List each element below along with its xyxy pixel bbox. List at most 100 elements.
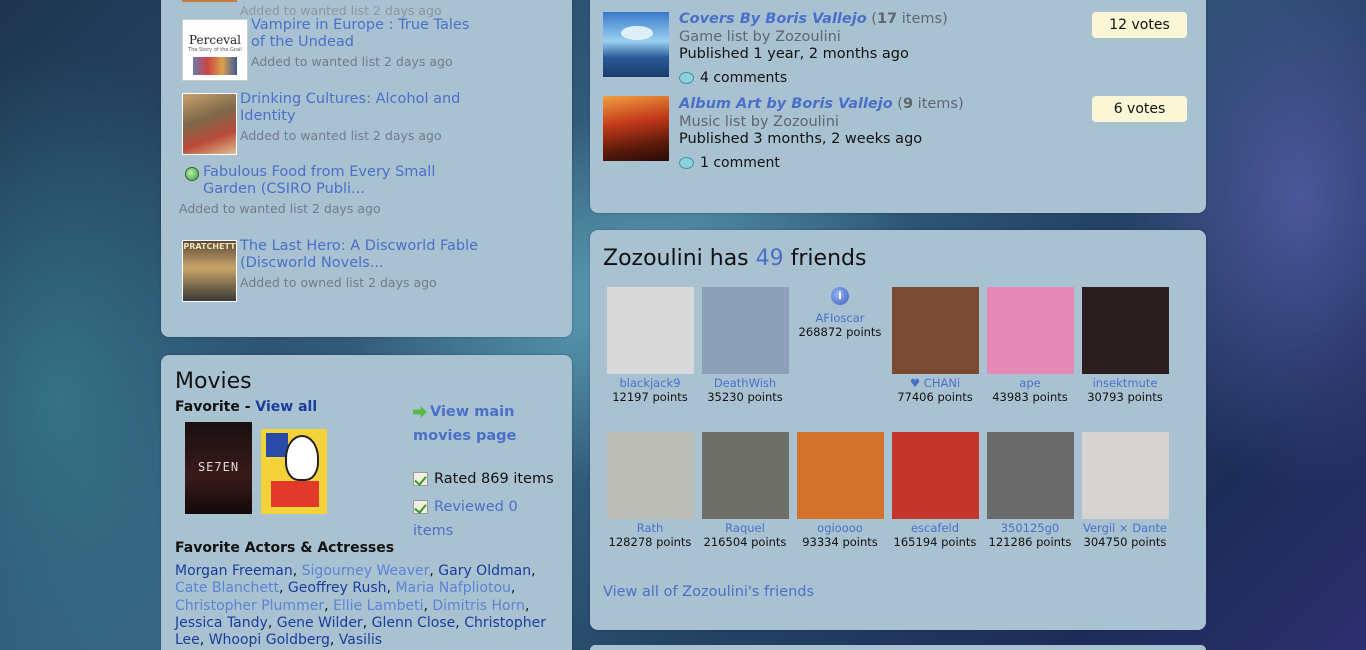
friend-name[interactable]: 350125g0 — [980, 521, 1080, 535]
actor-link[interactable]: Dimitris Horn — [432, 598, 525, 614]
info-icon: i — [831, 287, 849, 305]
friend-points: 43983 points — [992, 390, 1068, 404]
friend-card[interactable]: Raquel 216504 points — [695, 432, 795, 549]
friend-card[interactable]: blackjack9 12197 points — [600, 287, 700, 404]
cover-title-text: Perceval — [189, 33, 241, 47]
movies-heading: Movies — [175, 369, 252, 394]
view-all-favorites-link[interactable]: View all — [255, 399, 317, 415]
friend-card[interactable]: ♥ CHANi 77406 points — [885, 287, 985, 404]
friend-card[interactable]: escafeld 165194 points — [885, 432, 985, 549]
rated-count[interactable]: Rated 869 items — [413, 471, 554, 487]
actor-link[interactable]: Vasilis — [339, 632, 382, 648]
actor-separator: , — [267, 614, 277, 631]
friend-avatar[interactable] — [606, 287, 694, 374]
actors-list: Morgan Freeman, Sigourney Weaver, Gary O… — [175, 563, 555, 649]
list-title-row-album-art: Album Art by Boris Vallejo (9 items) — [679, 96, 964, 112]
friend-name[interactable]: Rath — [600, 521, 700, 535]
view-all-friends-link[interactable]: View all of Zozoulini's friends — [603, 584, 814, 600]
friend-card[interactable]: Rath 128278 points — [600, 432, 700, 549]
friend-avatar[interactable] — [891, 432, 979, 519]
list-title-covers[interactable]: Covers By Boris Vallejo — [679, 11, 867, 27]
actor-separator: , — [524, 597, 530, 614]
friend-avatar[interactable] — [1081, 287, 1169, 374]
actor-link[interactable]: Gary Oldman — [438, 563, 531, 579]
cover-subtitle-text: The Story of the Grail — [188, 47, 242, 53]
movies-panel: Movies Favorite - View all SE7EN View ma… — [161, 355, 572, 650]
friend-card[interactable]: ape 43983 points — [980, 287, 1080, 404]
friend-avatar[interactable]: i — [790, 287, 890, 305]
friend-avatar[interactable] — [701, 432, 789, 519]
friend-points: 35230 points — [707, 390, 783, 404]
list-title-album-art[interactable]: Album Art by Boris Vallejo — [679, 96, 893, 112]
friend-card[interactable]: 350125g0 121286 points — [980, 432, 1080, 549]
check-icon — [413, 472, 428, 486]
friend-avatar[interactable] — [986, 287, 1074, 374]
list-comments-covers[interactable]: 4 comments — [679, 70, 787, 86]
friend-name[interactable]: Vergil × Dante — [1075, 521, 1175, 535]
friend-points: 128278 points — [608, 535, 692, 549]
actors-heading: Favorite Actors & Actresses — [175, 540, 395, 556]
friend-name[interactable]: escafeld — [885, 521, 985, 535]
list-title-row-covers: Covers By Boris Vallejo (17 items) — [679, 11, 948, 27]
poster-se7en-title: SE7EN — [197, 460, 240, 474]
votes-badge-covers[interactable]: 12 votes — [1092, 12, 1187, 38]
actor-link[interactable]: Maria Nafpliotou — [395, 580, 510, 596]
item-meta-last-hero: Added to owned list 2 days ago — [240, 275, 437, 290]
reviewed-count[interactable]: Reviewed 0 items — [413, 495, 553, 543]
poster-se7en[interactable]: SE7EN — [185, 422, 252, 514]
friend-points: 77406 points — [897, 390, 973, 404]
actor-link[interactable]: Cate Blanchett — [175, 580, 279, 596]
friend-avatar[interactable] — [1081, 432, 1169, 519]
friend-card[interactable]: i AFIoscar 268872 points — [790, 287, 890, 339]
item-title-vampire[interactable]: Vampire in Europe : True Tales of the Un… — [251, 17, 471, 51]
item-title-last-hero[interactable]: The Last Hero: A Discworld Fable (Discwo… — [240, 238, 480, 272]
friend-name[interactable]: AFIoscar — [790, 311, 890, 325]
item-title-fabulous-food[interactable]: Fabulous Food from Every Small Garden (C… — [203, 164, 453, 198]
friends-count-link[interactable]: 49 — [756, 246, 784, 271]
friend-name[interactable]: insektmute — [1075, 376, 1175, 390]
friend-points: 93334 points — [802, 535, 878, 549]
friend-avatar[interactable] — [891, 287, 979, 374]
actor-link[interactable]: Jessica Tandy — [175, 615, 268, 631]
actor-link[interactable]: Glenn Close — [372, 615, 456, 631]
friend-avatar[interactable] — [701, 287, 789, 374]
friend-name[interactable]: ♥ CHANi — [885, 376, 985, 390]
friend-card[interactable]: Vergil × Dante 304750 points — [1075, 432, 1175, 549]
actor-link[interactable]: Christopher Plummer — [175, 598, 324, 614]
book-cover-vampire[interactable]: Perceval The Story of the Grail — [182, 19, 248, 81]
actor-link[interactable]: Gene Wilder — [277, 615, 363, 631]
friend-avatar[interactable] — [986, 432, 1074, 519]
list-thumb-covers[interactable] — [603, 12, 669, 77]
votes-badge-album-art[interactable]: 6 votes — [1092, 96, 1187, 122]
comment-icon — [679, 72, 694, 84]
view-main-movies-link[interactable]: View main movies page — [413, 400, 553, 448]
actor-link[interactable]: Sigourney Weaver — [302, 563, 430, 579]
book-cover-last-hero[interactable]: PRATCHETT — [182, 240, 237, 302]
friend-avatar[interactable] — [796, 432, 884, 519]
actor-link[interactable]: Ellie Lambeti — [333, 598, 423, 614]
actor-separator: , — [324, 597, 333, 614]
book-cover-drinking[interactable] — [182, 93, 237, 155]
friend-card[interactable]: ogioooo 93334 points — [790, 432, 890, 549]
actor-separator: , — [329, 632, 339, 649]
item-meta-vampire: Added to wanted list 2 days ago — [251, 54, 453, 69]
friend-name[interactable]: ogioooo — [790, 521, 890, 535]
friend-name[interactable]: blackjack9 — [600, 376, 700, 390]
actor-separator: , — [455, 614, 465, 631]
list-thumb-album-art[interactable] — [603, 96, 669, 161]
friend-name[interactable]: ape — [980, 376, 1080, 390]
actor-link[interactable]: Geoffrey Rush — [288, 580, 387, 596]
top-item-meta: Added to wanted list 2 days ago — [240, 3, 442, 18]
item-title-drinking[interactable]: Drinking Cultures: Alcohol and Identity — [240, 91, 480, 125]
friend-avatar[interactable] — [606, 432, 694, 519]
friend-name[interactable]: Raquel — [695, 521, 795, 535]
friend-name[interactable]: DeathWish — [695, 376, 795, 390]
friend-card[interactable]: insektmute 30793 points — [1075, 287, 1175, 404]
friend-card[interactable]: DeathWish 35230 points — [695, 287, 795, 404]
top-item-cover[interactable] — [182, 0, 237, 2]
poster-2[interactable] — [261, 429, 327, 514]
actor-link[interactable]: Whoopi Goldberg — [209, 632, 330, 648]
list-comments-album-art[interactable]: 1 comment — [679, 155, 780, 171]
friends-heading: Zozoulini has 49 friends — [603, 246, 867, 271]
actor-link[interactable]: Morgan Freeman — [175, 563, 293, 579]
